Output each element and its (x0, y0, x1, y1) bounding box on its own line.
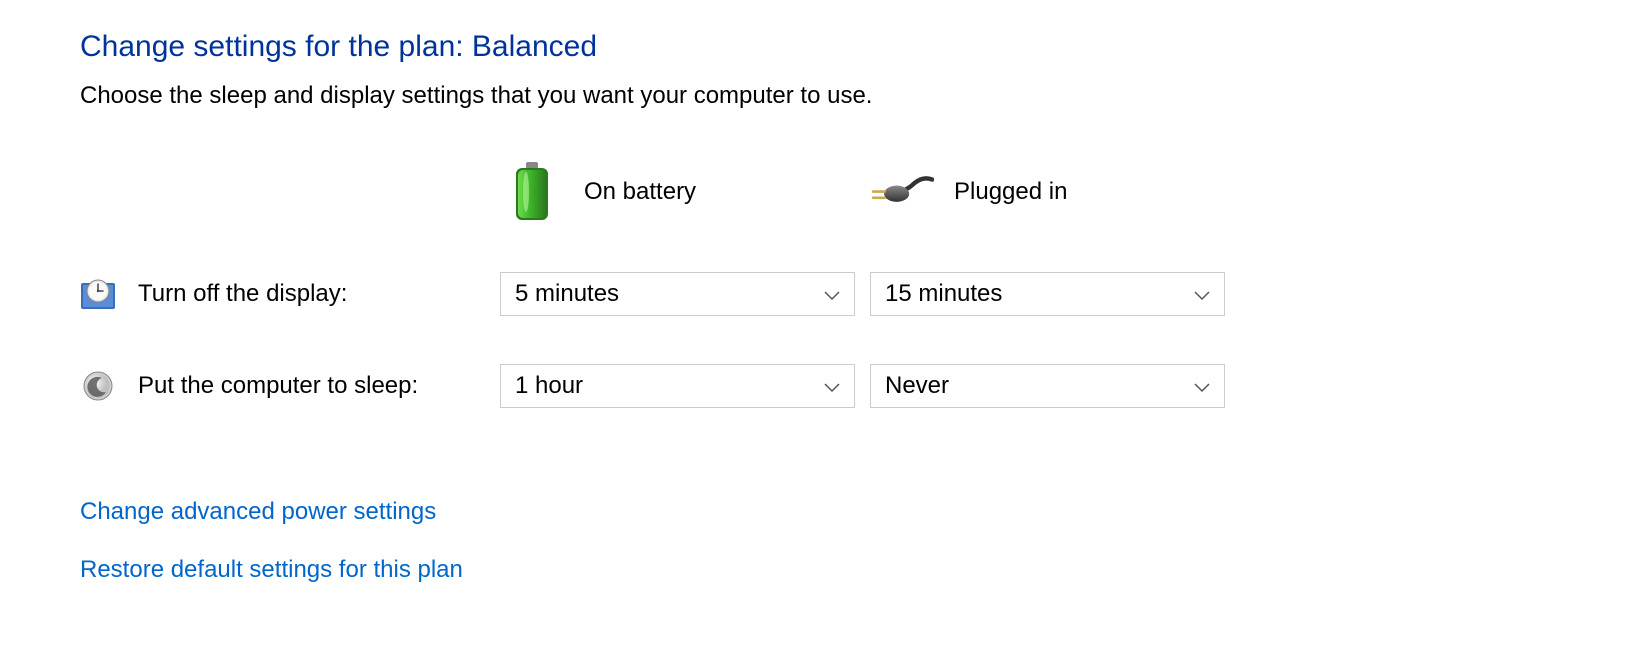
display-plugged-select[interactable]: 15 minutes (870, 272, 1225, 316)
column-header-plugged: Plugged in (870, 160, 1240, 224)
sleep-battery-select[interactable]: 1 hour (500, 364, 855, 408)
display-battery-select[interactable]: 5 minutes (500, 272, 855, 316)
row-label-sleep: Put the computer to sleep: (80, 368, 500, 404)
sleep-moon-icon (80, 368, 116, 404)
advanced-power-settings-link[interactable]: Change advanced power settings (80, 498, 1552, 526)
row-label-display: Turn off the display: (80, 276, 500, 312)
row-label-sleep-text: Put the computer to sleep: (138, 372, 418, 400)
page-subtitle: Choose the sleep and display settings th… (80, 82, 1552, 110)
display-timer-icon (80, 276, 116, 312)
links-section: Change advanced power settings Restore d… (80, 498, 1552, 584)
chevron-down-icon (1194, 280, 1210, 308)
sleep-plugged-value: Never (885, 372, 949, 400)
chevron-down-icon (1194, 372, 1210, 400)
settings-grid: On battery Plugged in (80, 160, 1552, 408)
battery-icon (500, 160, 564, 224)
column-header-plugged-label: Plugged in (954, 178, 1067, 206)
row-label-display-text: Turn off the display: (138, 280, 347, 308)
sleep-plugged-select[interactable]: Never (870, 364, 1225, 408)
display-battery-value: 5 minutes (515, 280, 619, 308)
plug-icon (870, 160, 934, 224)
chevron-down-icon (824, 372, 840, 400)
chevron-down-icon (824, 280, 840, 308)
column-header-battery: On battery (500, 160, 870, 224)
column-header-battery-label: On battery (584, 178, 696, 206)
sleep-battery-value: 1 hour (515, 372, 583, 400)
display-plugged-value: 15 minutes (885, 280, 1002, 308)
page-title: Change settings for the plan: Balanced (80, 30, 1552, 64)
restore-defaults-link[interactable]: Restore default settings for this plan (80, 556, 1552, 584)
